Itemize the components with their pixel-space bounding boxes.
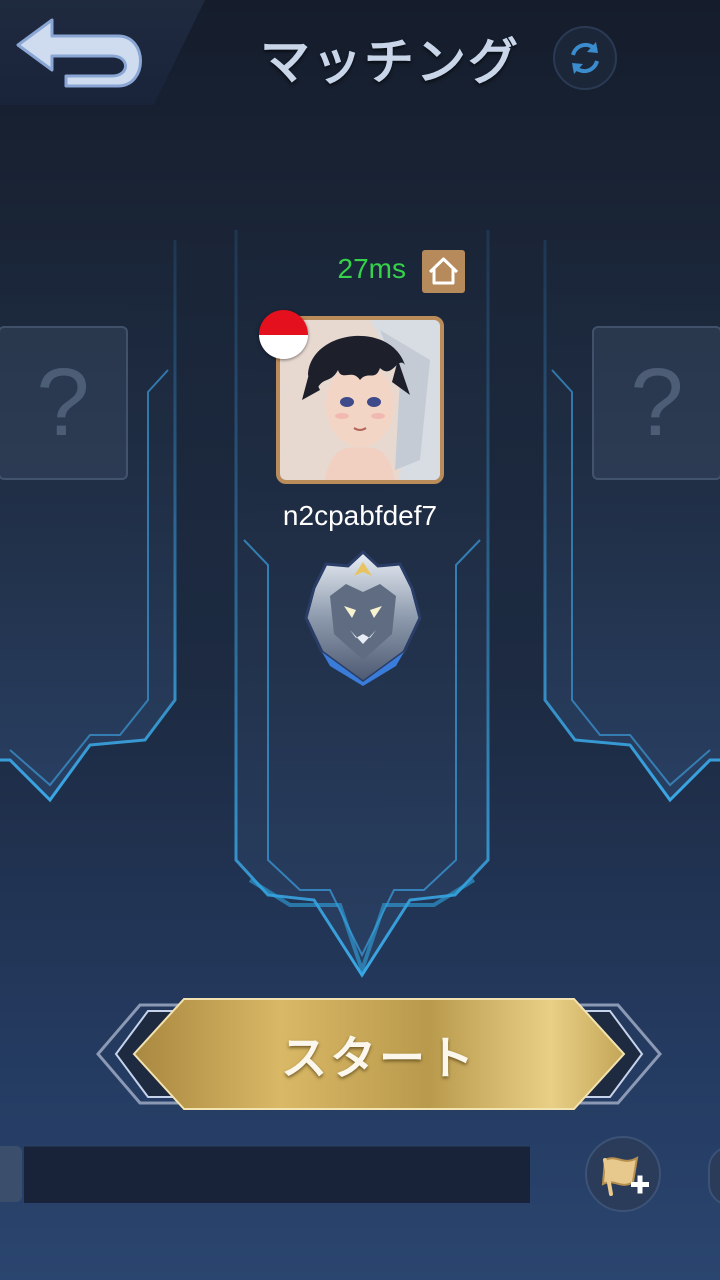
chat-toggle-tab[interactable] bbox=[0, 1146, 22, 1202]
empty-slot-right: ? bbox=[592, 326, 720, 480]
player-username: n2cpabfdef7 bbox=[282, 500, 438, 531]
ping-latency: 27ms bbox=[337, 253, 406, 284]
country-flag bbox=[259, 310, 308, 359]
flag-plus-icon bbox=[601, 1156, 649, 1196]
chat-input-bar[interactable] bbox=[24, 1146, 530, 1203]
home-badge bbox=[422, 250, 465, 293]
home-icon bbox=[428, 257, 459, 285]
refresh-button[interactable] bbox=[553, 26, 617, 90]
rank-emblem-icon bbox=[304, 549, 422, 686]
unknown-player-mark: ? bbox=[630, 349, 684, 456]
refresh-icon bbox=[571, 42, 599, 74]
start-button[interactable] bbox=[96, 995, 662, 1113]
left-banner bbox=[0, 240, 177, 803]
empty-slot-left: ? bbox=[0, 326, 128, 480]
right-banner bbox=[543, 240, 720, 803]
add-flag-button[interactable] bbox=[585, 1136, 661, 1212]
indonesia-flag-icon bbox=[259, 310, 308, 359]
unknown-player-mark: ? bbox=[36, 349, 90, 456]
